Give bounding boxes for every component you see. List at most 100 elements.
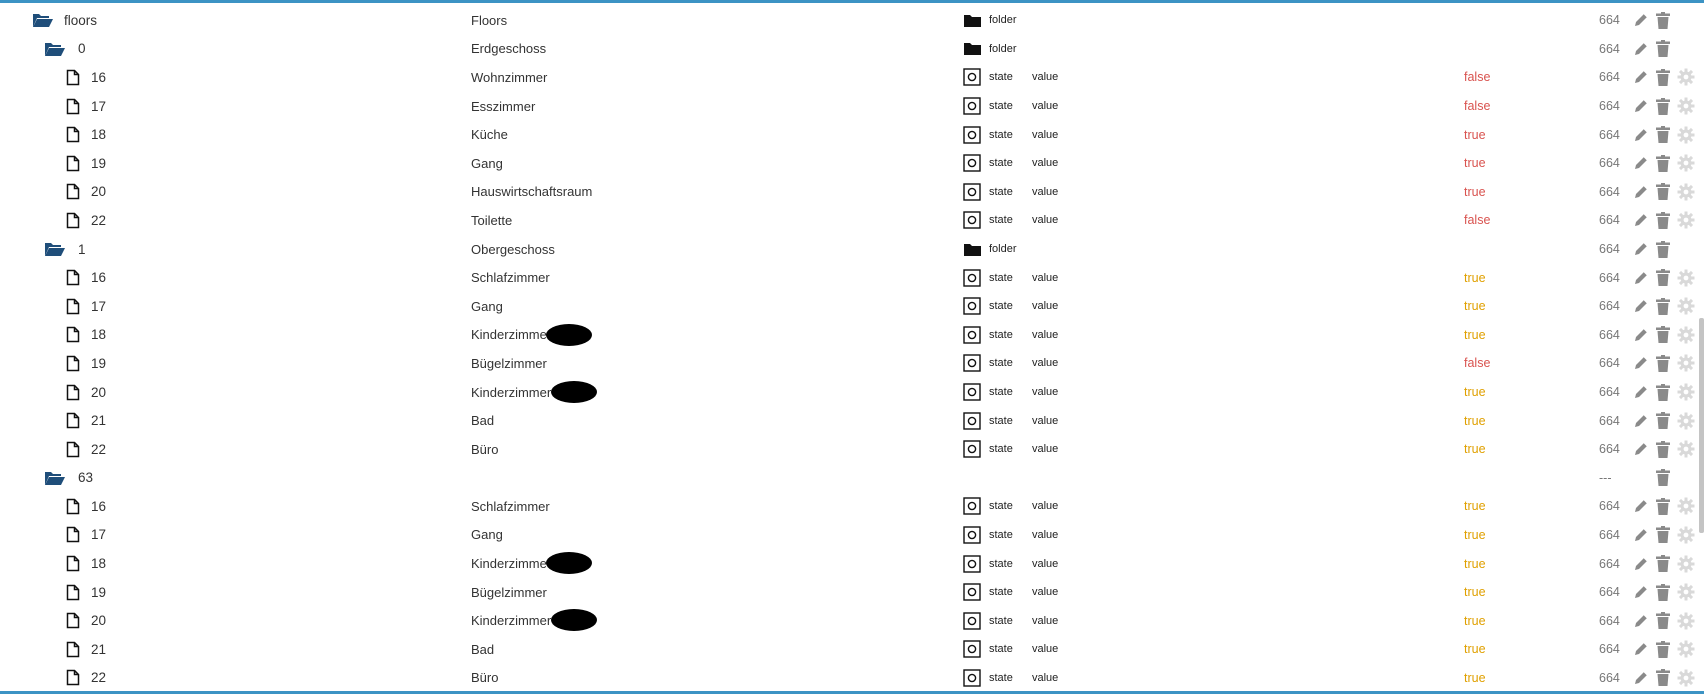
delete-trash-icon[interactable] <box>1654 235 1672 264</box>
settings-gear-icon[interactable] <box>1676 406 1696 435</box>
settings-gear-icon[interactable] <box>1676 378 1696 407</box>
edit-pencil-icon[interactable] <box>1631 120 1651 149</box>
vertical-scrollbar[interactable] <box>1699 318 1704 533</box>
edit-pencil-icon[interactable] <box>1631 92 1651 121</box>
tree-state-row[interactable]: 20 Kinderzimmer state value true 664 <box>0 378 1696 407</box>
tree-state-row[interactable]: 19 Bügelzimmer state value false 664 <box>0 349 1696 378</box>
object-value[interactable]: true <box>1464 149 1486 178</box>
edit-pencil-icon[interactable] <box>1631 235 1651 264</box>
delete-trash-icon[interactable] <box>1654 521 1672 550</box>
object-value[interactable]: true <box>1464 378 1486 407</box>
settings-gear-icon[interactable] <box>1676 521 1696 550</box>
edit-pencil-icon[interactable] <box>1631 549 1651 578</box>
object-value[interactable]: true <box>1464 406 1486 435</box>
object-value[interactable]: true <box>1464 492 1486 521</box>
settings-gear-icon[interactable] <box>1676 664 1696 693</box>
delete-trash-icon[interactable] <box>1654 464 1672 493</box>
settings-gear-icon[interactable] <box>1676 606 1696 635</box>
delete-trash-icon[interactable] <box>1654 292 1672 321</box>
delete-trash-icon[interactable] <box>1654 6 1672 35</box>
tree-state-row[interactable]: 20 Kinderzimmer state value true 664 <box>0 606 1696 635</box>
delete-trash-icon[interactable] <box>1654 149 1672 178</box>
folder-open-icon[interactable] <box>44 464 66 493</box>
edit-pencil-icon[interactable] <box>1631 292 1651 321</box>
tree-folder-row[interactable]: 0 Erdgeschoss folder 664 <box>0 35 1696 64</box>
settings-gear-icon[interactable] <box>1676 263 1696 292</box>
tree-state-row[interactable]: 18 Kinderzimme state value true 664 <box>0 549 1696 578</box>
settings-gear-icon[interactable] <box>1676 178 1696 207</box>
tree-state-row[interactable]: 22 Toilette state value false 664 <box>0 206 1696 235</box>
edit-pencil-icon[interactable] <box>1631 321 1651 350</box>
tree-state-row[interactable]: 16 Schlafzimmer state value true 664 <box>0 263 1696 292</box>
delete-trash-icon[interactable] <box>1654 206 1672 235</box>
tree-state-row[interactable]: 20 Hauswirtschaftsraum state value true 664 <box>0 178 1696 207</box>
delete-trash-icon[interactable] <box>1654 35 1672 64</box>
delete-trash-icon[interactable] <box>1654 435 1672 464</box>
settings-gear-icon[interactable] <box>1676 321 1696 350</box>
tree-state-row[interactable]: 18 Küche state value true 664 <box>0 120 1696 149</box>
delete-trash-icon[interactable] <box>1654 321 1672 350</box>
delete-trash-icon[interactable] <box>1654 635 1672 664</box>
object-value[interactable]: true <box>1464 321 1486 350</box>
object-value[interactable]: true <box>1464 664 1486 693</box>
object-value[interactable]: true <box>1464 120 1486 149</box>
settings-gear-icon[interactable] <box>1676 63 1696 92</box>
edit-pencil-icon[interactable] <box>1631 206 1651 235</box>
edit-pencil-icon[interactable] <box>1631 578 1651 607</box>
object-value[interactable]: true <box>1464 521 1486 550</box>
delete-trash-icon[interactable] <box>1654 120 1672 149</box>
settings-gear-icon[interactable] <box>1676 92 1696 121</box>
object-value[interactable]: true <box>1464 549 1486 578</box>
tree-state-row[interactable]: 16 Schlafzimmer state value true 664 <box>0 492 1696 521</box>
tree-state-row[interactable]: 21 Bad state value true 664 <box>0 635 1696 664</box>
tree-state-row[interactable]: 19 Bügelzimmer state value true 664 <box>0 578 1696 607</box>
settings-gear-icon[interactable] <box>1676 349 1696 378</box>
object-value[interactable]: false <box>1464 206 1490 235</box>
settings-gear-icon[interactable] <box>1676 206 1696 235</box>
edit-pencil-icon[interactable] <box>1631 149 1651 178</box>
tree-folder-row[interactable]: 63 --- <box>0 464 1696 493</box>
tree-state-row[interactable]: 19 Gang state value true 664 <box>0 149 1696 178</box>
delete-trash-icon[interactable] <box>1654 178 1672 207</box>
delete-trash-icon[interactable] <box>1654 378 1672 407</box>
edit-pencil-icon[interactable] <box>1631 521 1651 550</box>
settings-gear-icon[interactable] <box>1676 292 1696 321</box>
delete-trash-icon[interactable] <box>1654 606 1672 635</box>
settings-gear-icon[interactable] <box>1676 549 1696 578</box>
tree-state-row[interactable]: 17 Gang state value true 664 <box>0 292 1696 321</box>
tree-state-row[interactable]: 21 Bad state value true 664 <box>0 406 1696 435</box>
edit-pencil-icon[interactable] <box>1631 349 1651 378</box>
object-value[interactable]: true <box>1464 578 1486 607</box>
delete-trash-icon[interactable] <box>1654 578 1672 607</box>
object-value[interactable]: true <box>1464 435 1486 464</box>
settings-gear-icon[interactable] <box>1676 120 1696 149</box>
tree-state-row[interactable]: 17 Gang state value true 664 <box>0 521 1696 550</box>
edit-pencil-icon[interactable] <box>1631 6 1651 35</box>
tree-folder-row[interactable]: 1 Obergeschoss folder 664 <box>0 235 1696 264</box>
tree-state-row[interactable]: 22 Büro state value true 664 <box>0 664 1696 693</box>
edit-pencil-icon[interactable] <box>1631 664 1651 693</box>
settings-gear-icon[interactable] <box>1676 149 1696 178</box>
object-value[interactable]: false <box>1464 349 1490 378</box>
object-value[interactable]: true <box>1464 606 1486 635</box>
edit-pencil-icon[interactable] <box>1631 178 1651 207</box>
edit-pencil-icon[interactable] <box>1631 263 1651 292</box>
delete-trash-icon[interactable] <box>1654 664 1672 693</box>
tree-state-row[interactable]: 22 Büro state value true 664 <box>0 435 1696 464</box>
edit-pencil-icon[interactable] <box>1631 378 1651 407</box>
delete-trash-icon[interactable] <box>1654 263 1672 292</box>
settings-gear-icon[interactable] <box>1676 492 1696 521</box>
edit-pencil-icon[interactable] <box>1631 35 1651 64</box>
object-value[interactable]: true <box>1464 292 1486 321</box>
object-value[interactable]: true <box>1464 635 1486 664</box>
object-value[interactable]: true <box>1464 178 1486 207</box>
object-value[interactable]: true <box>1464 263 1486 292</box>
tree-state-row[interactable]: 17 Esszimmer state value false 664 <box>0 92 1696 121</box>
edit-pencil-icon[interactable] <box>1631 435 1651 464</box>
delete-trash-icon[interactable] <box>1654 349 1672 378</box>
tree-state-row[interactable]: 16 Wohnzimmer state value false 664 <box>0 63 1696 92</box>
settings-gear-icon[interactable] <box>1676 635 1696 664</box>
object-value[interactable]: false <box>1464 63 1490 92</box>
tree-folder-row[interactable]: floors Floors folder 664 <box>0 6 1696 35</box>
folder-open-icon[interactable] <box>44 235 66 264</box>
